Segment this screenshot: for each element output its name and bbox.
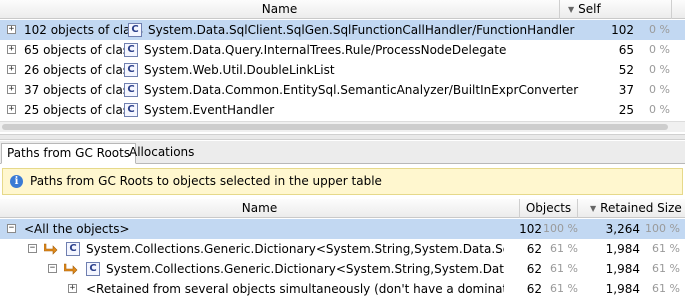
table-row[interactable]: + 102 objects of class C System.Data.Sql… [0, 20, 685, 40]
horizontal-scrollbar[interactable] [0, 121, 685, 132]
header-filler [672, 0, 685, 19]
info-icon: i [10, 175, 23, 188]
class-c-icon: C [128, 23, 142, 37]
sort-descending-icon: ▼ [590, 204, 597, 213]
tab-bar: Paths from GC Roots Allocations [0, 141, 685, 164]
plus-box-icon[interactable]: + [7, 85, 16, 94]
class-c-icon: C [124, 63, 138, 77]
top-table: Name ▼Self References + 102 objects of c… [0, 0, 685, 138]
splitter[interactable] [0, 134, 685, 140]
minus-box-icon[interactable]: − [48, 264, 57, 273]
column-retained-size-header[interactable]: ▼ Retained Size [578, 199, 685, 218]
tree-row[interactable]: − C System.Collections.Generic.Dictionar… [0, 239, 685, 259]
column-self-references-header[interactable]: ▼Self References [560, 0, 672, 36]
scrollbar-thumb[interactable] [2, 124, 668, 130]
top-table-header: Name ▼Self References [0, 0, 685, 36]
reference-arrow-icon [64, 263, 78, 275]
plus-box-icon[interactable]: + [7, 45, 16, 54]
tree-row-all-objects[interactable]: − <All the objects> 102 100 % 3,264 100 … [0, 219, 685, 239]
table-row[interactable]: + 26 objects of class C System.Web.Util.… [0, 60, 685, 80]
plus-box-icon[interactable]: + [7, 105, 16, 114]
class-c-icon: C [86, 262, 100, 276]
bottom-table: Name Objects ▼ Retained Size − <All the o… [0, 199, 685, 298]
tab-paths-from-gc-roots[interactable]: Paths from GC Roots [1, 143, 137, 164]
tree-row[interactable]: − C System.Collections.Generic.Dictionar… [0, 259, 685, 279]
class-c-icon: C [124, 83, 138, 97]
table-row[interactable]: + 25 objects of class C System.EventHand… [0, 100, 685, 120]
plus-box-icon[interactable]: + [7, 25, 16, 34]
table-row[interactable]: + 65 objects of class C System.Data.Quer… [0, 40, 685, 60]
column-name-header[interactable]: Name [0, 199, 520, 218]
column-objects-header[interactable]: Objects [520, 199, 578, 218]
class-c-icon: C [124, 103, 138, 117]
plus-box-icon[interactable]: + [68, 284, 77, 293]
table-row[interactable]: + 37 objects of class C System.Data.Comm… [0, 80, 685, 100]
minus-box-icon[interactable]: − [7, 224, 16, 233]
info-banner: i Paths from GC Roots to objects selecte… [2, 168, 683, 195]
class-c-icon: C [124, 43, 138, 57]
column-name-header[interactable]: Name [0, 0, 560, 19]
plus-box-icon[interactable]: + [7, 65, 16, 74]
tab-allocations[interactable]: Allocations [124, 143, 199, 164]
bottom-table-header: Name Objects ▼ Retained Size [0, 199, 685, 218]
reference-arrow-icon [44, 243, 58, 255]
sort-descending-icon: ▼ [568, 5, 575, 14]
class-c-icon: C [66, 242, 80, 256]
tree-row[interactable]: + <Retained from several objects simulta… [0, 279, 685, 298]
minus-box-icon[interactable]: − [28, 244, 37, 253]
